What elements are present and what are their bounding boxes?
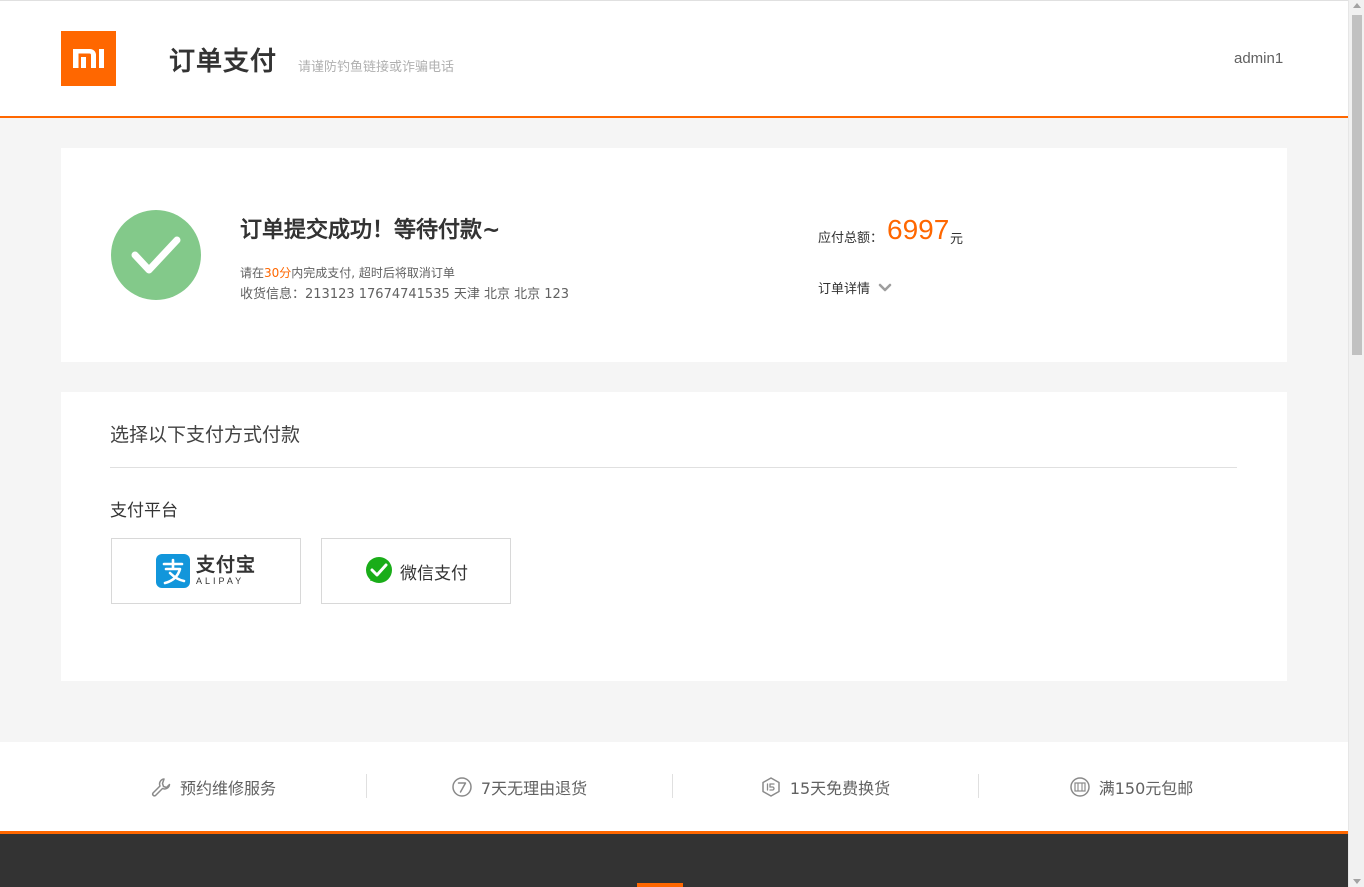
scroll-thumb[interactable] [1352, 15, 1362, 355]
mi-logo-icon [73, 49, 104, 68]
wechat-pay-button[interactable]: 微信支付 [321, 538, 511, 604]
wechat-pay-icon [366, 557, 392, 583]
service-label: 7天无理由退货 [480, 778, 588, 798]
order-detail-toggle[interactable]: 订单详情 [818, 278, 892, 297]
free-shipping-icon [1069, 776, 1090, 797]
service-item-repair[interactable]: 预约维修服务 [60, 742, 366, 831]
tip-suffix: 内完成支付, 超时后将取消订单 [291, 266, 455, 280]
order-summary-card: 订单提交成功！等待付款~ 请在30分内完成支付, 超时后将取消订单 收货信息：2… [61, 148, 1287, 362]
alipay-name: 支付宝 [195, 554, 256, 576]
service-item-shipping[interactable]: 满150元包邮 [978, 742, 1284, 831]
chevron-down-icon [878, 283, 892, 291]
service-strip: 预约维修服务 7天无理由退货 15天免费换货 满150元包邮 [0, 742, 1348, 831]
service-label: 预约维修服务 [179, 778, 276, 798]
site-footer [0, 831, 1348, 887]
service-item-return[interactable]: 7天无理由退货 [366, 742, 672, 831]
wrench-icon [151, 777, 171, 797]
tip-prefix: 请在 [240, 266, 265, 280]
mi-logo[interactable] [61, 31, 116, 86]
payment-deadline-tip: 请在30分内完成支付, 超时后将取消订单 [240, 264, 455, 281]
alipay-en: ALIPAY [195, 576, 245, 586]
divider [110, 467, 1237, 468]
user-name-link[interactable]: admin1 [1234, 50, 1283, 67]
amount-unit: 元 [950, 232, 964, 247]
payment-heading: 选择以下支付方式付款 [110, 424, 301, 446]
page-title: 订单支付 [169, 47, 278, 77]
order-success-title: 订单提交成功！等待付款~ [240, 218, 501, 243]
tip-time-highlight: 30分 [264, 266, 292, 280]
alipay-icon [155, 554, 190, 588]
wechat-pay-name: 微信支付 [400, 563, 468, 584]
amount-label: 应付总额： [818, 231, 884, 246]
order-detail-label: 订单详情 [818, 282, 871, 297]
footer-logo [637, 883, 683, 887]
shipping-info: 收货信息：213123 17674741535 天津 北京 北京 123 [240, 287, 570, 302]
page-scrollbar[interactable] [1348, 0, 1364, 887]
fifteen-day-exchange-icon [762, 776, 780, 797]
site-header: 订单支付 请谨防钓鱼链接或诈骗电话 admin1 [0, 0, 1348, 118]
service-label: 满150元包邮 [1098, 778, 1194, 798]
service-item-exchange[interactable]: 15天免费换货 [672, 742, 978, 831]
alipay-button[interactable]: 支付宝 ALIPAY [111, 538, 301, 604]
page-subtitle: 请谨防钓鱼链接或诈骗电话 [298, 60, 455, 75]
payment-methods-card: 选择以下支付方式付款 支付平台 支付宝 ALIPAY 微信支付 [61, 392, 1287, 681]
success-check-icon [111, 210, 201, 300]
platform-label: 支付平台 [110, 501, 178, 521]
amount-value: 6997 [887, 214, 950, 245]
scroll-down-arrow-icon[interactable] [1353, 879, 1361, 884]
seven-day-return-icon [452, 776, 472, 797]
service-label: 15天免费换货 [789, 778, 891, 798]
scroll-up-arrow-icon[interactable] [1353, 3, 1361, 8]
